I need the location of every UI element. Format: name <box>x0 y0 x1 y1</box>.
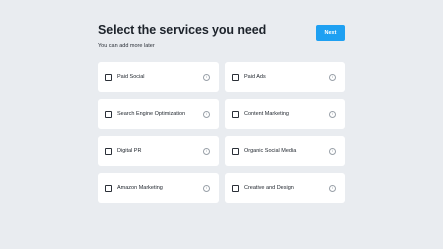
info-icon[interactable]: i <box>203 73 210 81</box>
service-label: Organic Social Media <box>244 148 297 154</box>
checkbox[interactable] <box>232 73 239 81</box>
service-card-seo[interactable]: Search Engine Optimization i <box>98 99 219 129</box>
next-button[interactable]: Next <box>316 25 345 41</box>
service-card-creative-and-design[interactable]: Creative and Design i <box>225 173 345 203</box>
service-label: Digital PR <box>117 148 142 154</box>
service-card-paid-social[interactable]: Paid Social i <box>98 62 219 92</box>
service-card-amazon-marketing[interactable]: Amazon Marketing i <box>98 173 219 203</box>
service-label: Search Engine Optimization <box>117 111 186 117</box>
info-icon[interactable]: i <box>203 110 210 118</box>
service-label: Amazon Marketing <box>117 185 163 191</box>
checkbox[interactable] <box>232 184 239 192</box>
checkbox[interactable] <box>105 110 112 118</box>
info-icon[interactable]: i <box>329 73 336 81</box>
service-card-content-marketing[interactable]: Content Marketing i <box>225 99 345 129</box>
service-label: Paid Ads <box>244 74 266 80</box>
checkbox[interactable] <box>105 73 112 81</box>
checkbox[interactable] <box>105 147 112 155</box>
checkbox[interactable] <box>105 184 112 192</box>
service-card-paid-ads[interactable]: Paid Ads i <box>225 62 345 92</box>
service-card-organic-social-media[interactable]: Organic Social Media i <box>225 136 345 166</box>
service-card-digital-pr[interactable]: Digital PR i <box>98 136 219 166</box>
service-label: Content Marketing <box>244 111 289 117</box>
info-icon[interactable]: i <box>203 184 210 192</box>
page-title: Select the services you need <box>98 23 267 37</box>
info-icon[interactable]: i <box>329 147 336 155</box>
checkbox[interactable] <box>232 110 239 118</box>
info-icon[interactable]: i <box>329 110 336 118</box>
info-icon[interactable]: i <box>203 147 210 155</box>
page-subtitle: You can add more later <box>98 43 155 49</box>
checkbox[interactable] <box>232 147 239 155</box>
info-icon[interactable]: i <box>329 184 336 192</box>
service-label: Paid Social <box>117 74 145 80</box>
services-grid: Paid Social i Paid Ads i Search Engine O… <box>98 62 345 203</box>
service-label: Creative and Design <box>244 185 294 191</box>
